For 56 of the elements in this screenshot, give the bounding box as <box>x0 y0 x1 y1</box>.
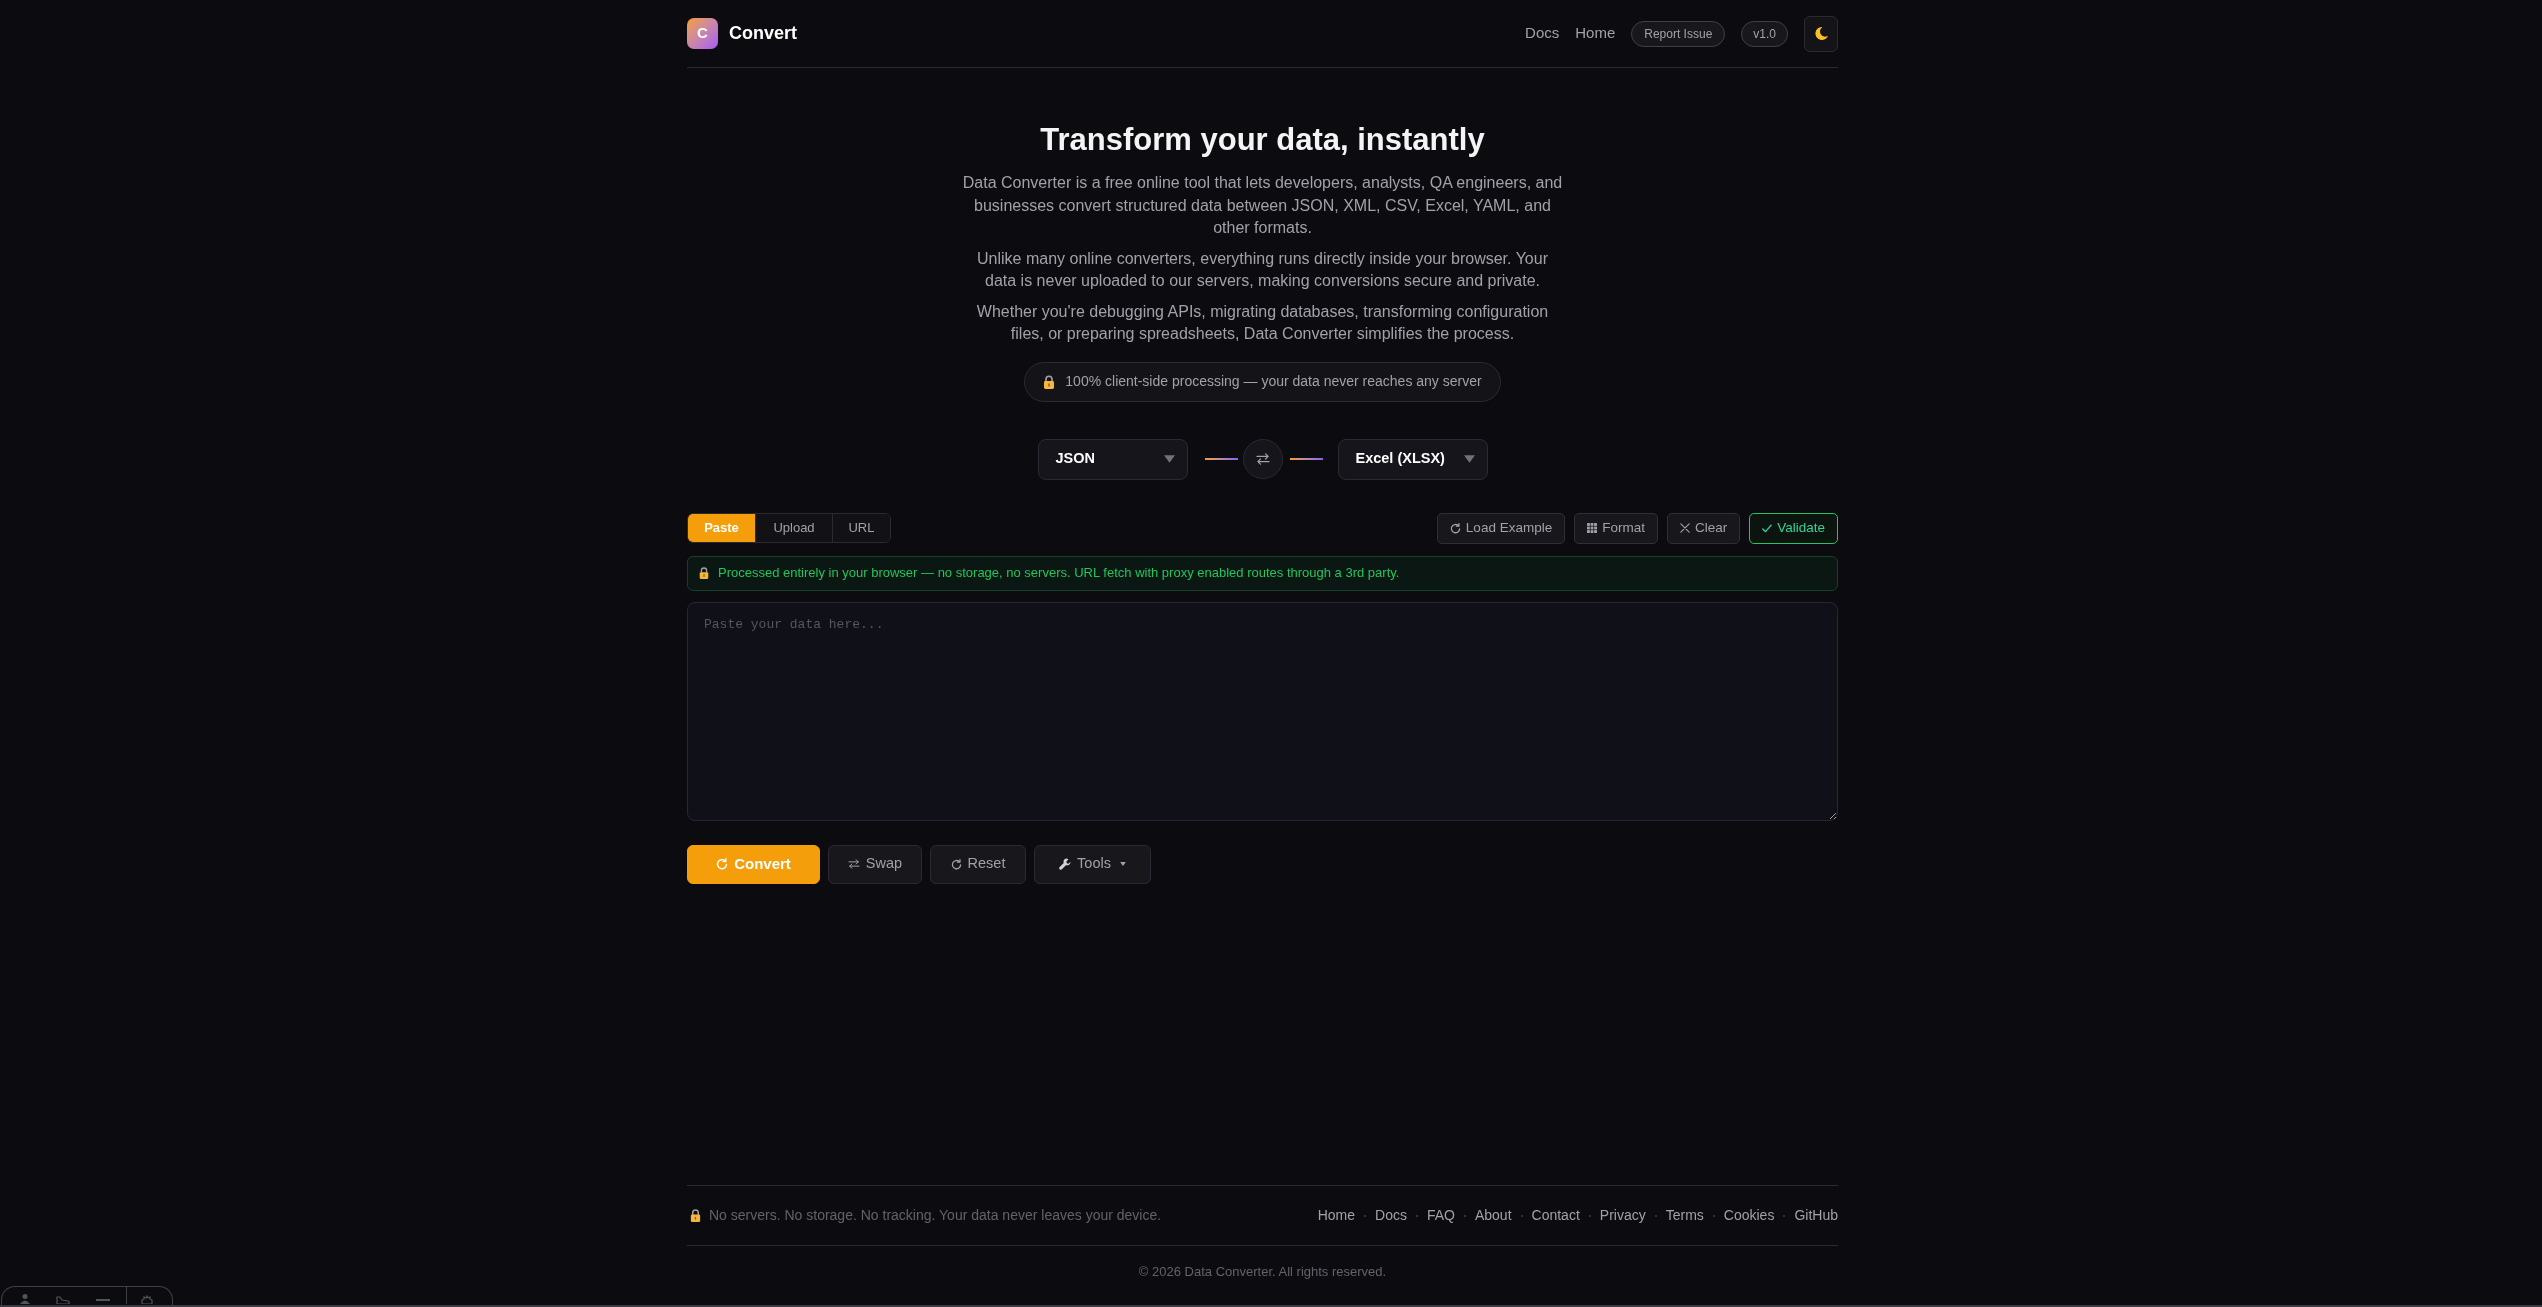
toolbar-button[interactable]: Load Example <box>1436 512 1566 544</box>
data-input-field[interactable]: Paste your data here... <box>687 601 1838 821</box>
toolbar-button[interactable]: Clear <box>1666 512 1741 544</box>
check-icon <box>1762 523 1773 533</box>
copyright-text: © 2026 Data Converter. All rights reserved. <box>1138 1262 1387 1281</box>
caret-icon <box>1463 455 1475 463</box>
swap-formats-button[interactable] <box>1242 439 1283 479</box>
caret-icon <box>1163 455 1175 463</box>
footer-note: No servers. No storage. No tracking. Your data never leaves your device. <box>709 1206 1162 1225</box>
footer-link[interactable]: About <box>1474 1205 1512 1226</box>
swap-arrows-icon <box>1255 453 1270 465</box>
notice-text: Processed entirely in your browser — no storage, no servers. URL fetch with proxy enabled routes through a 3rd party. <box>718 564 1400 583</box>
report-issue-button[interactable]: Report Issue <box>1631 20 1726 47</box>
close-icon <box>1679 523 1690 533</box>
nav-link[interactable]: Home <box>1575 22 1616 45</box>
action-button[interactable]: Swap <box>828 844 922 884</box>
toolbar-button[interactable]: Validate <box>1749 512 1838 544</box>
refresh-icon <box>950 858 962 870</box>
theme-toggle-button[interactable] <box>1804 15 1838 52</box>
dropdown-value: Excel (XLSX) <box>1355 449 1445 469</box>
badge-text: 100% client-side processing — your data never reaches any server <box>1065 372 1482 391</box>
caret-icon <box>1119 862 1126 866</box>
format-dropdown[interactable]: JSON <box>1037 438 1188 480</box>
input-tab[interactable]: URL <box>832 514 890 542</box>
toolbar-button[interactable]: Format <box>1574 512 1658 544</box>
footer-link[interactable]: Home <box>1317 1205 1356 1226</box>
version-badge: v1.0 <box>1741 20 1788 47</box>
footer-link[interactable]: Contact <box>1531 1205 1580 1226</box>
gear-icon[interactable] <box>141 1295 153 1304</box>
format-dropdown[interactable]: Excel (XLSX) <box>1337 438 1488 480</box>
lock-icon <box>699 567 709 579</box>
action-button[interactable]: Reset <box>930 844 1026 884</box>
brand-name: Convert <box>729 22 797 45</box>
action-button[interactable]: Tools <box>1034 844 1151 884</box>
hero-paragraph: Unlike many online converters, everything runs directly inside your browser. Your data is never uploaded to our servers, making conversions secure and private. <box>976 248 1549 291</box>
footer-link[interactable]: Cookies <box>1723 1205 1775 1226</box>
footer-link[interactable]: GitHub <box>1794 1205 1838 1226</box>
lock-icon <box>1043 374 1056 389</box>
hero-paragraph: Data Converter is a free online tool that lets developers, analysts, QA engineers, and businesses convert structured data between JSON, XML, CSV, Excel, YAML, and other formats. <box>961 173 1564 238</box>
wrench-icon <box>1059 858 1072 870</box>
footer-link[interactable]: Docs <box>1375 1205 1407 1226</box>
swap-arrows-icon <box>847 859 860 869</box>
nav-link[interactable]: Docs <box>1525 22 1560 45</box>
footer-link[interactable]: Privacy <box>1599 1205 1646 1226</box>
hero-title: Transform your data, instantly <box>1040 121 1485 158</box>
lock-icon <box>690 1209 701 1222</box>
moon-icon <box>1814 27 1828 40</box>
footer-link[interactable]: FAQ <box>1426 1205 1455 1226</box>
dropdown-value: JSON <box>1055 449 1095 469</box>
person-icon[interactable] <box>20 1294 30 1304</box>
hero-paragraph: Whether you're debugging APIs, migrating databases, transforming configuration files, or preparing spreadsheets, Data Converter simplifies the process. <box>975 301 1550 344</box>
grid-icon <box>1587 523 1598 533</box>
shoe-icon[interactable] <box>56 1296 70 1304</box>
refresh-icon <box>716 858 729 870</box>
footer-link[interactable]: Terms <box>1665 1205 1704 1226</box>
refresh-icon <box>1449 522 1461 534</box>
